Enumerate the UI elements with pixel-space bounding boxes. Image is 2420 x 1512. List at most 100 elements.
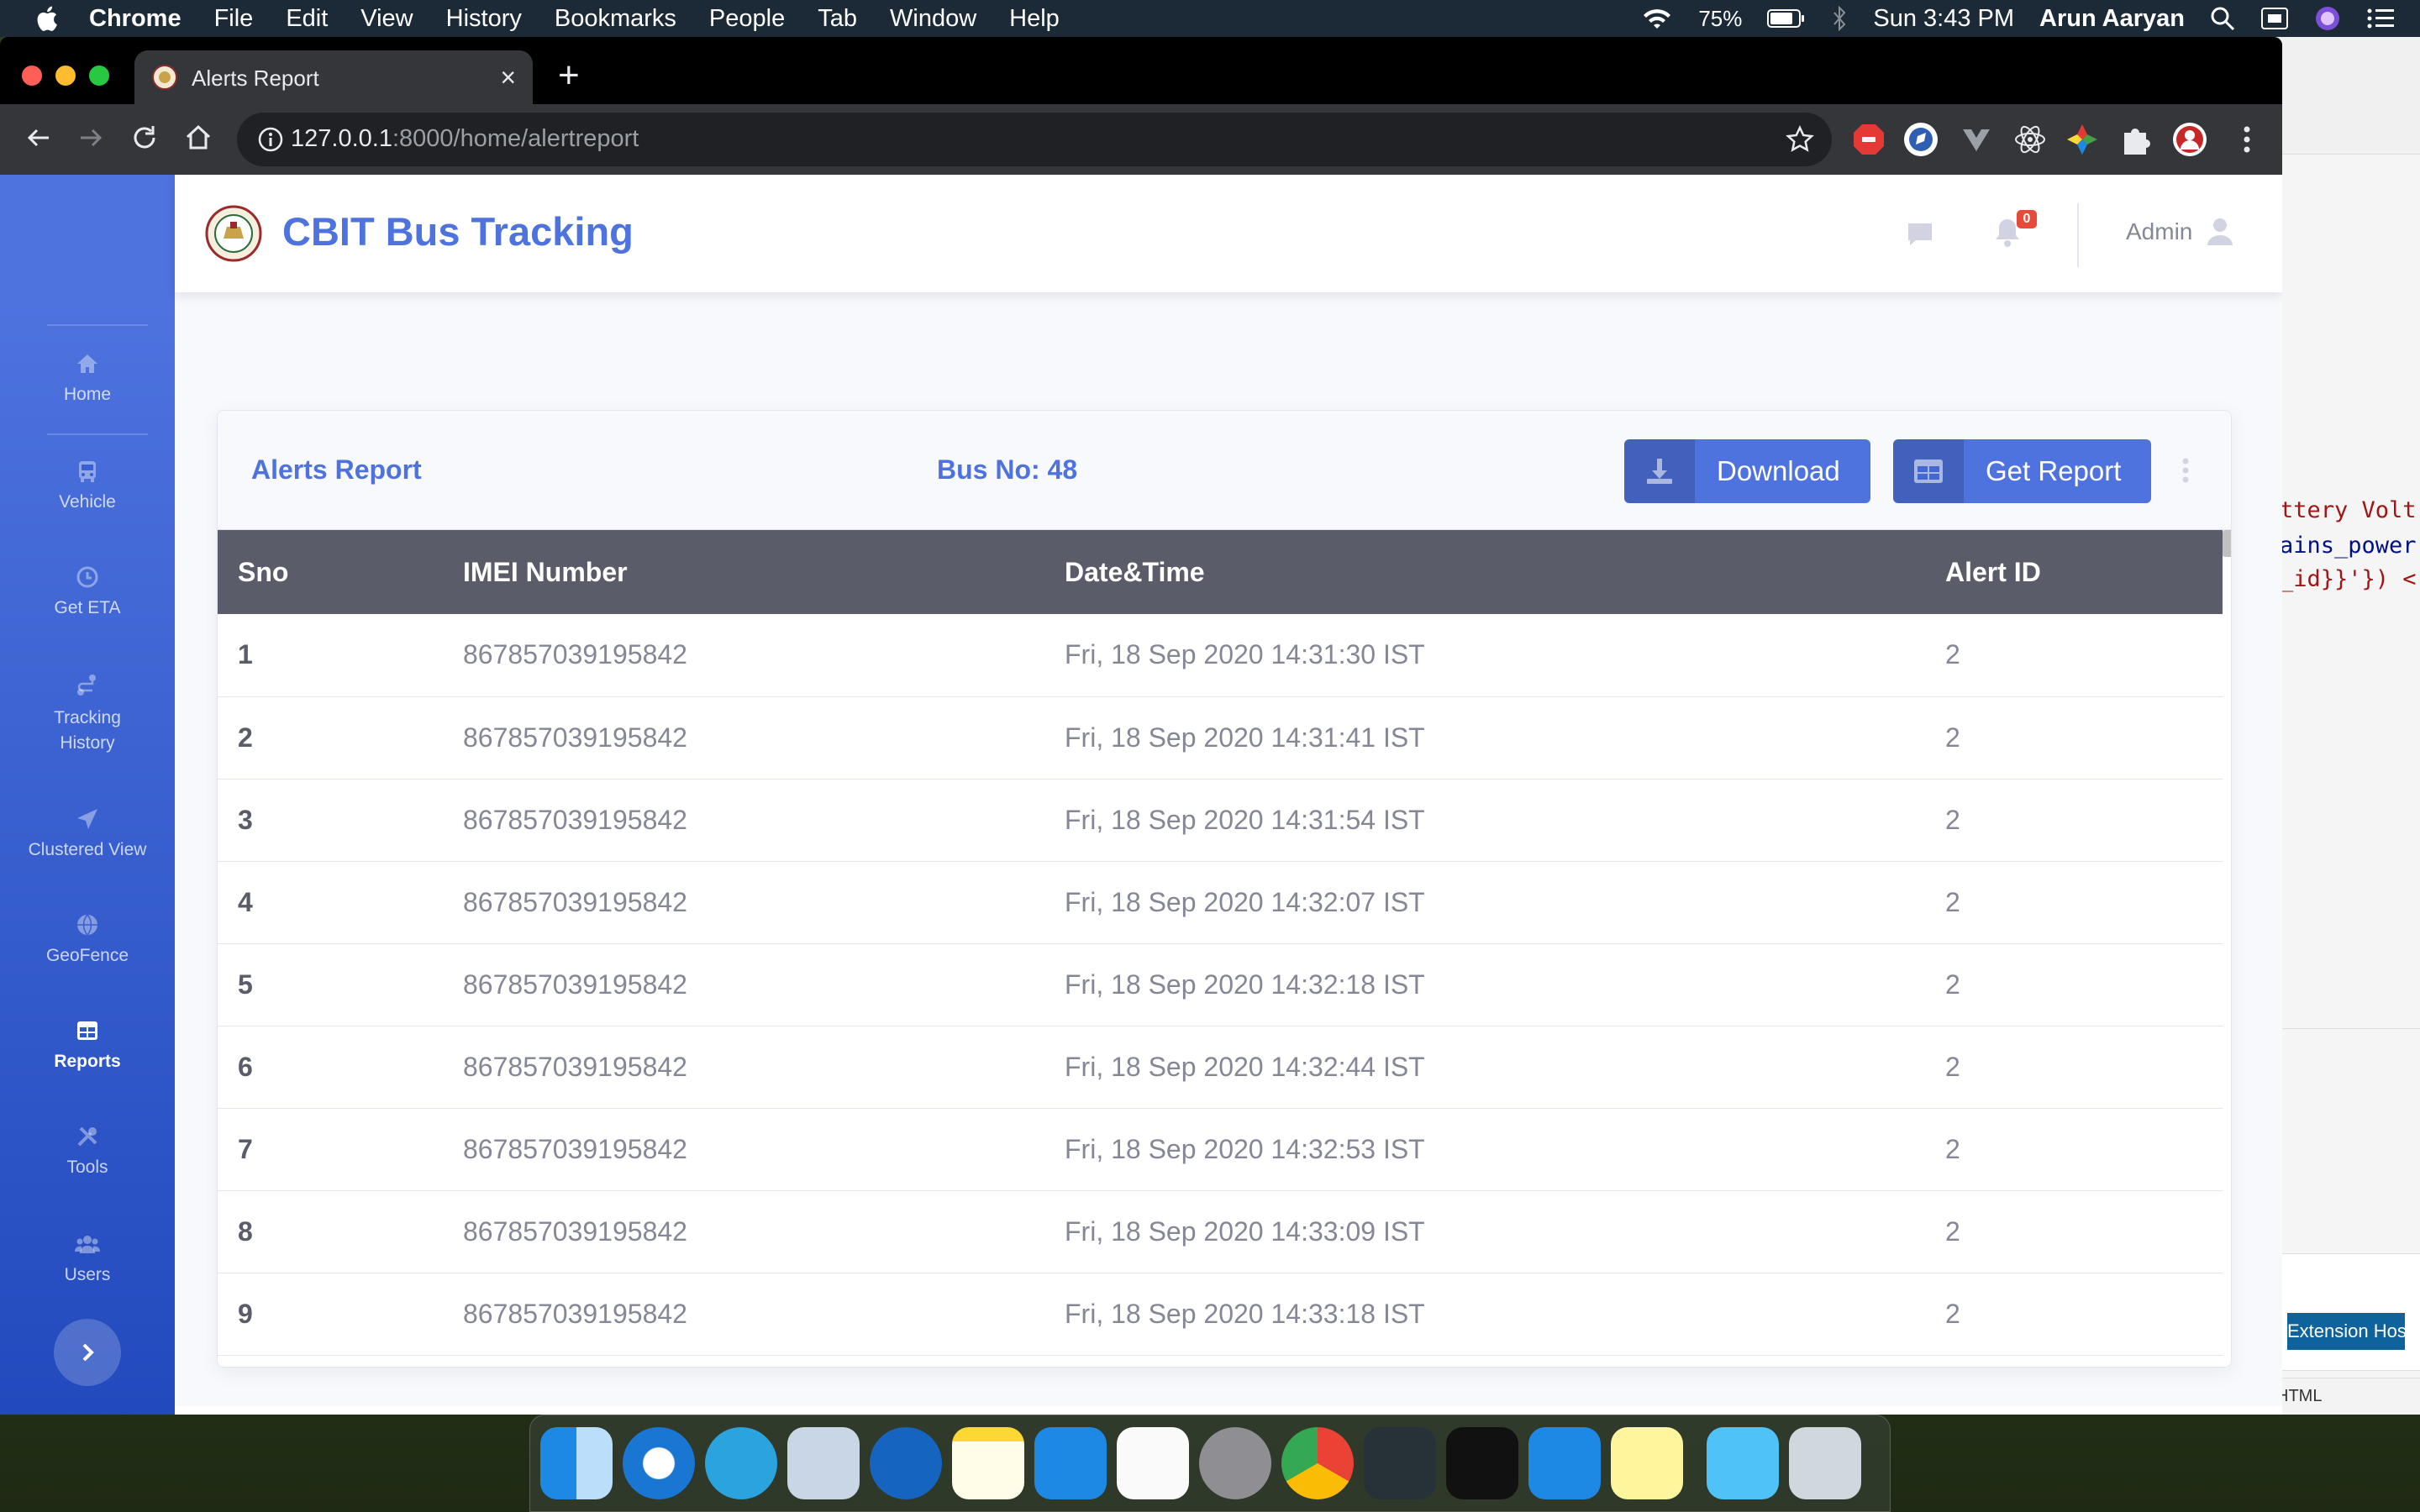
menu-app-name[interactable]: Chrome <box>89 5 182 33</box>
bluetooth-icon[interactable] <box>1831 6 1848 31</box>
address-bar[interactable]: 127.0.0.1:8000/home/alertreport <box>237 113 1832 166</box>
battery-icon[interactable] <box>1767 8 1806 29</box>
cell-imei: 867857039195842 <box>463 969 687 1000</box>
menu-history[interactable]: History <box>446 5 522 33</box>
siri-icon[interactable] <box>2314 5 2341 32</box>
sidebar-item-get-eta[interactable]: Get ETA <box>0 564 175 618</box>
finder-icon[interactable] <box>540 1427 613 1499</box>
tab-close-icon[interactable]: × <box>500 62 516 93</box>
sidebar-item-geofence[interactable]: GeoFence <box>0 912 175 966</box>
table-row[interactable]: 4 867857039195842 Fri, 18 Sep 2020 14:32:0… <box>218 861 2223 943</box>
notification-center-icon[interactable] <box>2366 7 2395 30</box>
adblock-extension-icon[interactable] <box>1850 121 1887 158</box>
extension-host-button[interactable]: Extension Host <box>2287 1313 2405 1350</box>
menu-window[interactable]: Window <box>890 5 976 33</box>
table-row[interactable]: 8 867857039195842 Fri, 18 Sep 2020 14:33:0… <box>218 1190 2223 1273</box>
menu-bookmarks[interactable]: Bookmarks <box>555 5 676 33</box>
sidebar-item-reports[interactable]: Reports <box>0 1018 175 1072</box>
browser-tab-active[interactable]: Alerts Report × <box>134 50 533 104</box>
sidebar-item-label: Vehicle <box>59 492 116 512</box>
reload-icon[interactable] <box>128 121 161 155</box>
sidebar-item-tools[interactable]: Tools <box>0 1124 175 1178</box>
home-button-icon[interactable] <box>182 121 215 155</box>
menu-tab[interactable]: Tab <box>818 5 857 33</box>
menu-people[interactable]: People <box>709 5 785 33</box>
system-preferences-icon[interactable] <box>1199 1427 1271 1499</box>
window-minimize-button[interactable] <box>55 66 76 86</box>
vscode-icon[interactable] <box>1528 1427 1601 1499</box>
window-zoom-button[interactable] <box>89 66 109 86</box>
table-row[interactable]: 5 867857039195842 Fri, 18 Sep 2020 14:32:1… <box>218 943 2223 1026</box>
spark-icon[interactable] <box>870 1427 942 1499</box>
sidebar-item-clustered-view[interactable]: Clustered View <box>0 806 175 860</box>
more-options-icon[interactable] <box>2181 456 2191 485</box>
column-header-sno[interactable]: Sno <box>218 530 443 614</box>
mail-icon[interactable] <box>787 1427 860 1499</box>
card-header: Alerts Report Bus No: 48 Download Get Re… <box>218 411 2231 530</box>
brand-title[interactable]: CBIT Bus Tracking <box>282 208 634 255</box>
get-report-button[interactable]: Get Report <box>1893 439 2152 503</box>
sidebar-item-home[interactable]: Home <box>0 351 175 405</box>
extensions-puzzle-icon[interactable] <box>2118 121 2154 158</box>
profile-avatar-icon[interactable] <box>2171 121 2208 158</box>
control-strip-icon[interactable] <box>2260 6 2289 31</box>
table-row[interactable]: 2 867857039195842 Fri, 18 Sep 2020 14:31:4… <box>218 696 2223 779</box>
table-row[interactable]: 9 867857039195842 Fri, 18 Sep 2020 14:33:1… <box>218 1273 2223 1355</box>
table-row[interactable]: 7 867857039195842 Fri, 18 Sep 2020 14:32:5… <box>218 1108 2223 1190</box>
window-close-button[interactable] <box>22 66 42 86</box>
chrome-menu-icon[interactable] <box>2228 121 2265 158</box>
spotlight-search-icon[interactable] <box>2210 6 2235 31</box>
vue-devtools-icon[interactable] <box>1958 121 1995 158</box>
color-picker-extension-icon[interactable] <box>2064 121 2101 158</box>
stickies-icon[interactable] <box>1611 1427 1683 1499</box>
sidebar-toggle-button[interactable] <box>54 1319 121 1386</box>
tab-strip: Alerts Report × + <box>0 37 2282 104</box>
menu-clock[interactable]: Sun 3:43 PM <box>1873 5 2014 33</box>
column-header-imei[interactable]: IMEI Number <box>443 530 1044 614</box>
table-scrollbar[interactable] <box>2223 530 2231 557</box>
downloads-folder-icon[interactable] <box>1707 1427 1779 1499</box>
user-name[interactable]: Admin <box>2126 218 2192 245</box>
new-tab-icon[interactable]: + <box>558 57 580 94</box>
messages-icon[interactable] <box>1906 220 1934 249</box>
table-row[interactable]: 6 867857039195842 Fri, 18 Sep 2020 14:32:4… <box>218 1026 2223 1108</box>
user-avatar-icon[interactable] <box>2207 217 2233 247</box>
menu-edit[interactable]: Edit <box>286 5 328 33</box>
telegram-icon[interactable] <box>705 1427 777 1499</box>
react-devtools-icon[interactable] <box>2012 121 2049 158</box>
download-button[interactable]: Download <box>1624 439 1870 503</box>
site-info-icon[interactable] <box>257 126 284 153</box>
activity-monitor-icon[interactable] <box>1364 1427 1436 1499</box>
apple-icon[interactable] <box>34 4 59 33</box>
sidebar-item-users[interactable]: Users <box>0 1231 175 1285</box>
sidebar-item-label: Tracking History <box>54 708 121 753</box>
column-header-alert-id[interactable]: Alert ID <box>1925 530 2223 614</box>
compass-extension-icon[interactable] <box>1902 121 1939 158</box>
menu-user[interactable]: Arun Aaryan <box>2039 5 2185 33</box>
table-row[interactable]: 3 867857039195842 Fri, 18 Sep 2020 14:31:5… <box>218 779 2223 861</box>
menu-view[interactable]: View <box>360 5 413 33</box>
editor-language-mode[interactable]: HTML <box>2276 1387 2322 1406</box>
back-icon[interactable] <box>22 121 55 155</box>
alerts-table-container[interactable]: Sno IMEI Number Date&Time Alert ID 1 8678… <box>218 530 2231 1367</box>
sidebar-item-tracking-history[interactable]: Tracking History <box>0 672 175 756</box>
bookmark-star-icon[interactable] <box>1785 124 1815 155</box>
reminders-icon[interactable] <box>1117 1427 1189 1499</box>
forward-icon[interactable] <box>74 121 108 155</box>
terminal-icon[interactable] <box>1446 1427 1518 1499</box>
chrome-icon[interactable] <box>1281 1427 1354 1499</box>
table-row[interactable]: 1 867857039195842 Fri, 18 Sep 2020 14:31:3… <box>218 614 2223 696</box>
menu-file[interactable]: File <box>214 5 254 33</box>
users-icon <box>75 1236 100 1253</box>
cell-datetime: Fri, 18 Sep 2020 14:32:18 IST <box>1065 969 1425 1000</box>
app-store-icon[interactable] <box>1034 1427 1107 1499</box>
menu-help[interactable]: Help <box>1009 5 1060 33</box>
trash-icon[interactable] <box>1789 1427 1861 1499</box>
editor-panel-bar <box>2270 1028 2420 1079</box>
column-header-datetime[interactable]: Date&Time <box>1044 530 1925 614</box>
wifi-icon[interactable] <box>1641 7 1673 30</box>
safari-icon[interactable] <box>623 1427 695 1499</box>
cell-sno: 9 <box>238 1298 253 1329</box>
sidebar-item-vehicle[interactable]: Vehicle <box>0 459 175 512</box>
notes-icon[interactable] <box>952 1427 1024 1499</box>
